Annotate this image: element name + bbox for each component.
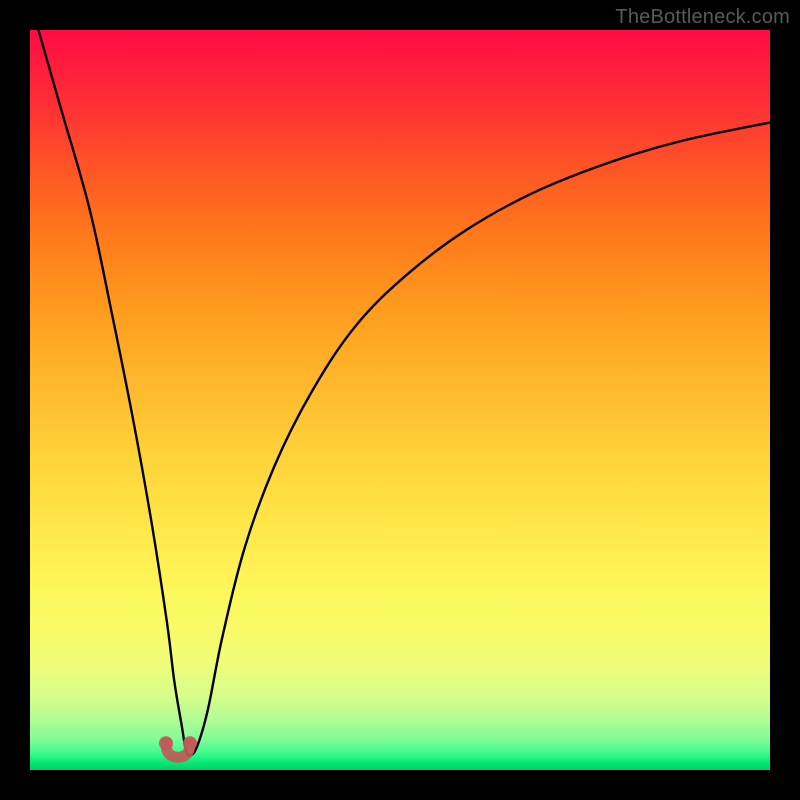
plot-area bbox=[30, 30, 770, 770]
curve-layer bbox=[30, 30, 770, 770]
watermark-label: TheBottleneck.com bbox=[615, 6, 790, 29]
bottleneck-curve bbox=[30, 30, 770, 755]
chart-frame: TheBottleneck.com bbox=[0, 0, 800, 800]
min-marker bbox=[159, 736, 197, 757]
